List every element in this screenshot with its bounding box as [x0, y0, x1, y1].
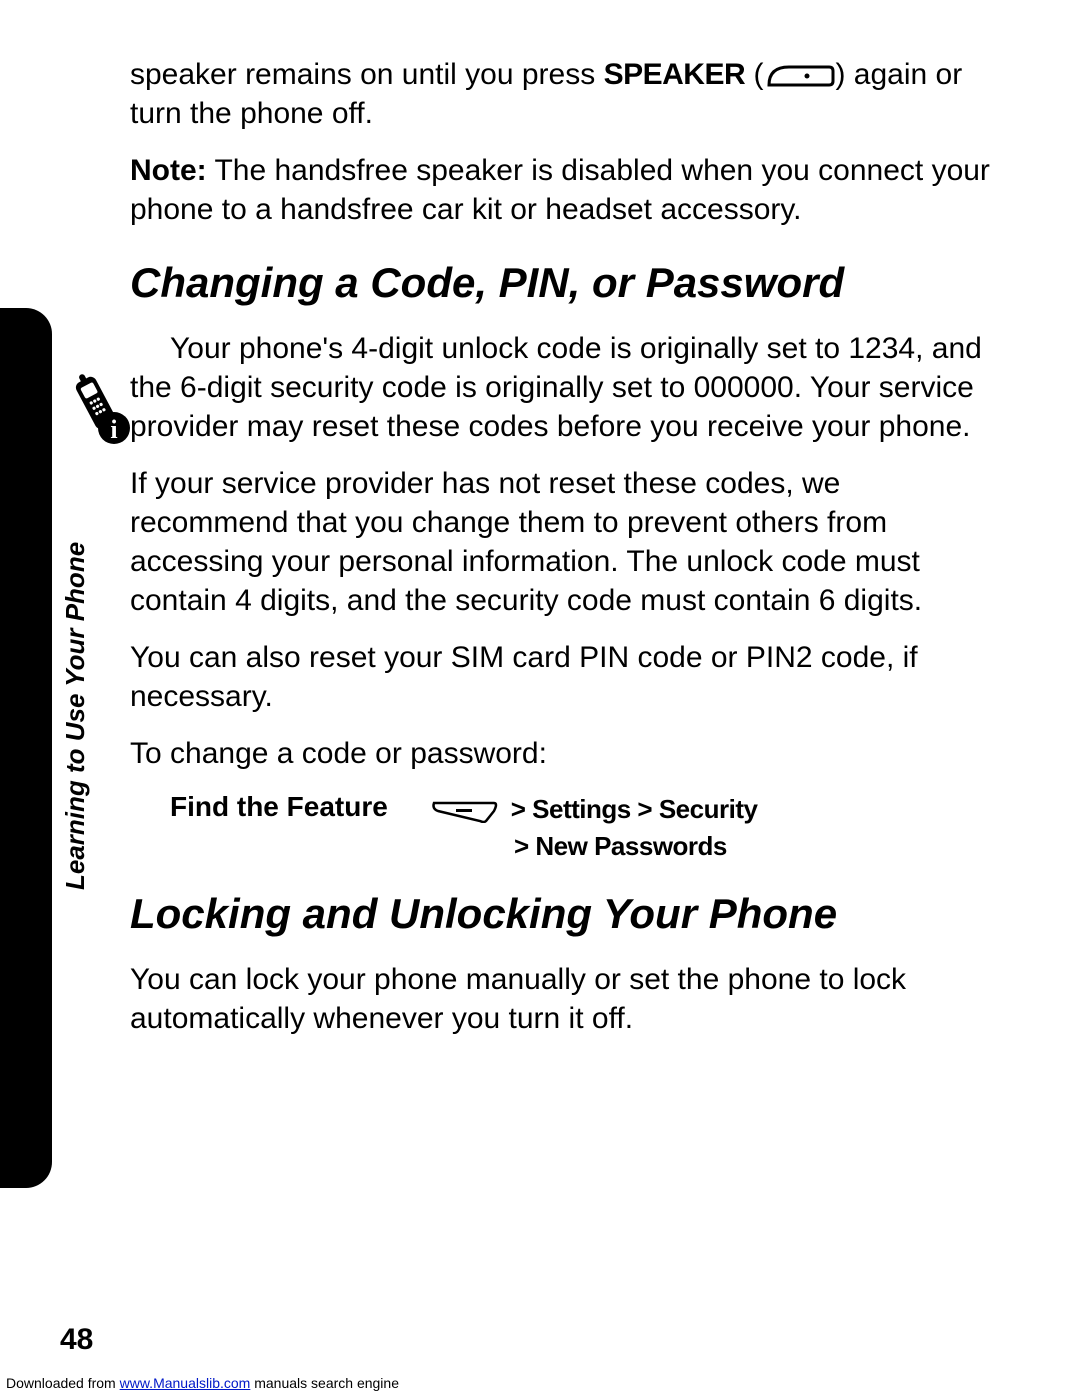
softkey-right-icon [763, 63, 835, 89]
path-text-2: > New Passwords [514, 831, 727, 861]
speaker-key-label: SPEAKER [604, 58, 746, 91]
find-the-feature-row: Find the Feature > Settings > Security >… [170, 791, 990, 864]
section1-p2: If your service provider has not reset t… [130, 464, 990, 620]
section-heading-changing-code: Changing a Code, PIN, or Password [130, 259, 990, 307]
download-footer: Downloaded from www.Manualslib.com manua… [6, 1375, 399, 1391]
svg-text:i: i [110, 415, 117, 444]
feature-path-block: > Settings > Security > New Passwords [430, 791, 757, 864]
note-label: Note: [130, 154, 207, 187]
section1-p4: To change a code or password: [130, 734, 990, 773]
feature-path-line1: > Settings > Security [430, 791, 757, 827]
note-paragraph: Note: The handsfree speaker is disabled … [130, 151, 990, 229]
manualslib-link[interactable]: www.Manualslib.com [120, 1375, 251, 1391]
feature-path-line2: > New Passwords [430, 828, 757, 864]
text-fragment: speaker remains on until you press [130, 58, 604, 91]
section1-p3: You can also reset your SIM card PIN cod… [130, 638, 990, 716]
page-number: 48 [60, 1323, 93, 1357]
section1-p1: Your phone's 4-digit unlock code is orig… [130, 329, 990, 446]
section-heading-locking: Locking and Unlocking Your Phone [130, 890, 990, 938]
speaker-paragraph: speaker remains on until you press SPEAK… [130, 55, 990, 133]
chapter-side-label: Learning to Use Your Phone [60, 542, 91, 890]
phone-info-icon: i [60, 370, 138, 453]
menu-key-icon [430, 799, 498, 823]
section2-p1: You can lock your phone manually or set … [130, 960, 990, 1038]
manual-page: Learning to Use Your Phone speaker remai… [0, 0, 1080, 1397]
note-body: The handsfree speaker is disabled when y… [130, 154, 990, 226]
side-tab-decoration [0, 308, 52, 1188]
footer-suffix: manuals search engine [250, 1375, 399, 1391]
path-text-1: > Settings > Security [511, 794, 758, 824]
find-feature-label: Find the Feature [170, 791, 430, 823]
footer-prefix: Downloaded from [6, 1375, 120, 1391]
